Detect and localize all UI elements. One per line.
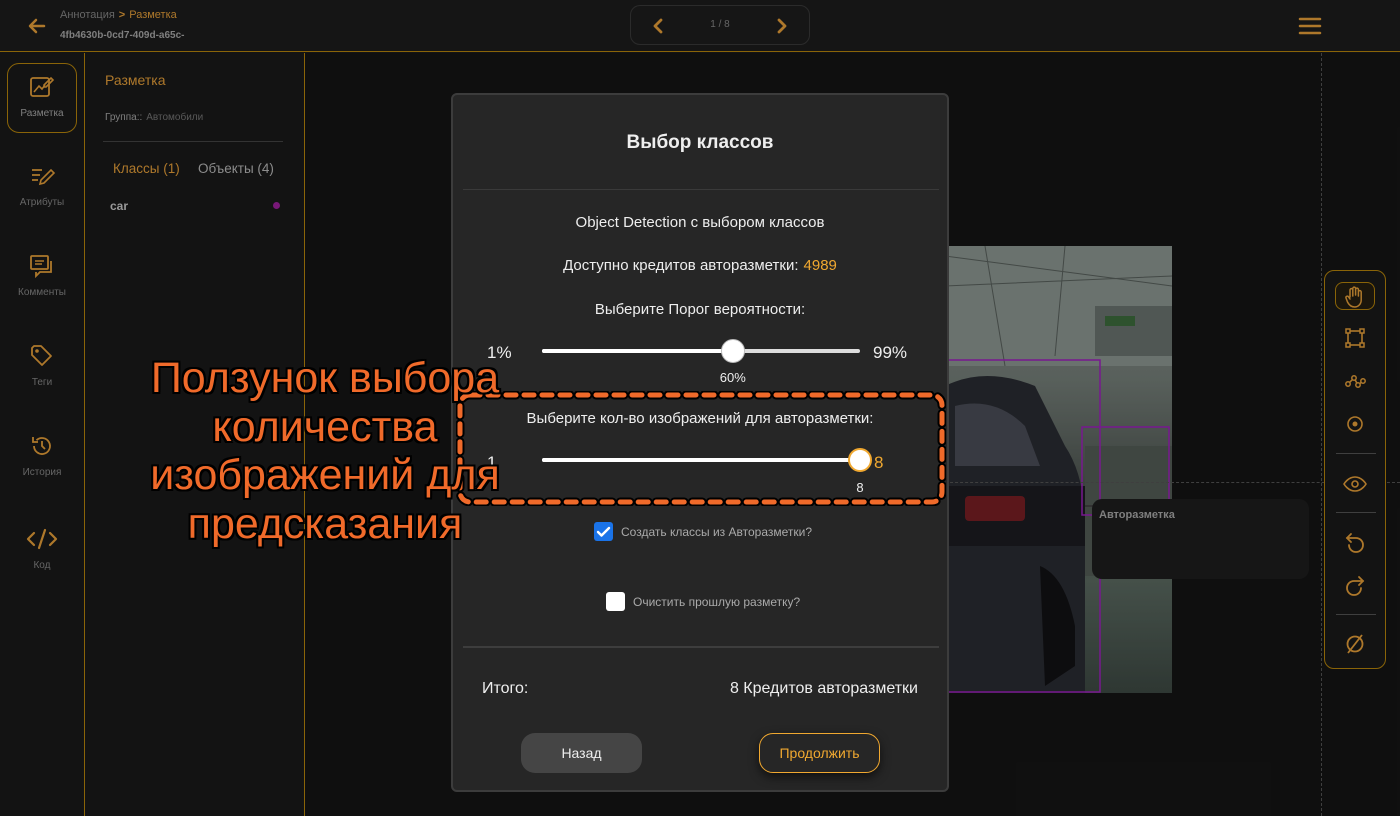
rail-item-code[interactable]: Код <box>7 516 77 586</box>
back-button[interactable]: Назад <box>521 733 642 773</box>
panel-divider <box>103 141 283 142</box>
history-icon <box>28 432 56 460</box>
back-arrow-icon[interactable] <box>24 13 50 39</box>
chevron-right-icon[interactable] <box>771 15 793 37</box>
auto-markup-panel: Авторазметка <box>1092 499 1309 579</box>
guide-line-vertical <box>1321 53 1322 816</box>
credits-label: Доступно кредитов авторазметки: <box>563 257 799 274</box>
rail-item-comments[interactable]: Комменты <box>7 243 77 313</box>
tag-icon <box>28 342 56 370</box>
polyline-icon[interactable] <box>1335 367 1375 395</box>
hamburger-menu-icon[interactable] <box>1297 13 1323 39</box>
class-list-item[interactable]: car <box>110 197 280 215</box>
credits-value: 4989 <box>803 257 837 274</box>
annotation-callout: Ползунок выбора количества изображений д… <box>150 354 500 548</box>
create-classes-checkbox[interactable] <box>594 522 613 541</box>
left-rail: Разметка Атрибуты Комменты Теги История … <box>0 53 85 816</box>
hand-icon[interactable] <box>1335 282 1375 310</box>
toolbar-divider <box>1336 614 1376 615</box>
threshold-label: Выберите Порог вероятности: <box>594 301 806 318</box>
annotated-image[interactable] <box>945 246 1172 693</box>
redo-icon[interactable] <box>1335 571 1375 599</box>
create-classes-label: Создать классы из Авторазметки? <box>621 525 813 539</box>
comments-icon <box>28 252 56 280</box>
rail-item-history[interactable]: История <box>7 423 77 493</box>
clear-markup-checkbox[interactable] <box>606 592 625 611</box>
dialog-subtitle: Object Detection с выбором классов <box>575 214 825 231</box>
dialog-divider <box>463 646 939 648</box>
group-value: Автомобили <box>146 112 204 123</box>
breadcrumb-current: Разметка <box>129 9 177 21</box>
tab-objects[interactable]: Объекты (4) <box>198 161 274 176</box>
total-value: 8 Кредитов авторазметки <box>729 680 918 697</box>
tab-classes[interactable]: Классы (1) <box>113 161 180 176</box>
panel-title: Разметка <box>105 72 166 88</box>
threshold-slider-track[interactable] <box>542 349 860 353</box>
rail-item-markup[interactable]: Разметка <box>7 63 77 133</box>
group-label: Группа:: <box>105 112 143 123</box>
bbox-icon[interactable] <box>1335 324 1375 352</box>
point-icon[interactable] <box>1335 410 1375 438</box>
auto-markup-title: Авторазметка <box>1099 509 1175 521</box>
group-info: Группа:: Автомобили <box>105 112 203 123</box>
code-icon <box>26 525 58 553</box>
toolbar-divider <box>1336 512 1376 513</box>
dialog-divider <box>463 189 939 190</box>
edit-image-icon <box>28 73 56 101</box>
rail-label: История <box>22 467 62 478</box>
class-name: car <box>110 199 129 213</box>
dialog-title: Выбор классов <box>626 132 774 153</box>
image-pager: 1 / 8 <box>630 5 810 45</box>
rail-label: Разметка <box>20 108 64 119</box>
clear-markup-label: Очистить прошлую разметку? <box>633 595 801 609</box>
threshold-value: 60% <box>719 370 746 385</box>
tool-palette <box>1324 270 1386 669</box>
toolbar-divider <box>1336 453 1376 454</box>
continue-button[interactable]: Продолжить <box>759 733 880 773</box>
breadcrumb-separator: > <box>118 9 126 21</box>
threshold-max: 99% <box>873 343 908 362</box>
eye-icon[interactable] <box>1335 470 1375 498</box>
rail-label: Комменты <box>18 287 66 298</box>
rail-label: Теги <box>31 377 53 388</box>
pen-lines-icon <box>28 162 56 190</box>
breadcrumb: Аннотация > Разметка <box>60 9 177 21</box>
undo-icon[interactable] <box>1335 528 1375 556</box>
top-bar: Аннотация > Разметка 4fb4630b-0cd7-409d-a6… <box>0 0 1400 52</box>
class-color-dot <box>273 202 280 209</box>
threshold-slider-fill <box>542 349 733 353</box>
rail-item-attributes[interactable]: Атрибуты <box>7 153 77 223</box>
total-label: Итого: <box>482 680 529 697</box>
document-id: 4fb4630b-0cd7-409d-a65c- <box>60 30 185 41</box>
breadcrumb-parent[interactable]: Аннотация <box>60 9 115 21</box>
rail-label: Атрибуты <box>19 197 65 208</box>
threshold-slider-thumb[interactable] <box>720 339 745 363</box>
rail-label: Код <box>33 560 51 571</box>
rail-item-tags[interactable]: Теги <box>7 333 77 403</box>
credits-line: Доступно кредитов авторазметки: 4989 <box>453 257 947 274</box>
clear-icon[interactable] <box>1335 630 1375 658</box>
